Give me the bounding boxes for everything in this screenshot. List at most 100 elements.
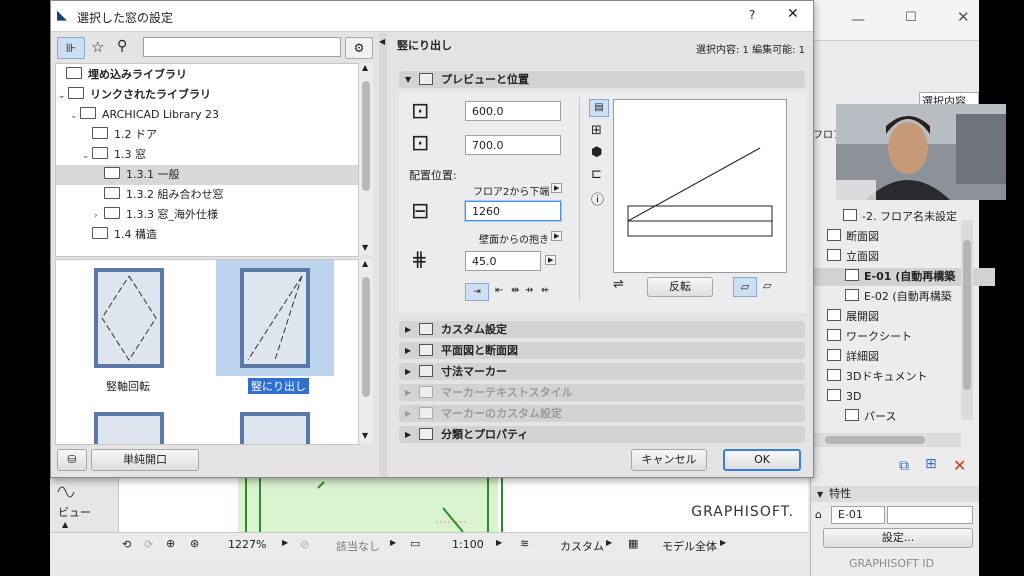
embedded-library-row[interactable]: 埋め込みライブラリ (66, 65, 187, 85)
library-manager-icon[interactable]: ⛁ (57, 449, 87, 471)
minimize-icon[interactable]: — (851, 12, 865, 28)
anchor-option-3-icon[interactable]: ⇹ (511, 285, 519, 296)
sill-height-field[interactable]: 1260 (465, 201, 561, 221)
redo-icon[interactable]: ⟳ (144, 538, 153, 551)
thumbnail-projected-window[interactable] (234, 264, 316, 372)
tree-scrollbar[interactable] (961, 220, 973, 420)
project-tree-item[interactable]: 展開図 (827, 308, 879, 326)
delete-icon[interactable]: ✕ (953, 456, 966, 475)
scroll-down-icon[interactable]: ▼ (362, 243, 368, 252)
layer-arrow-icon[interactable]: ▶ (606, 538, 612, 547)
search-icon[interactable]: ⚲ (117, 38, 127, 54)
archicad-library-row[interactable]: ⌄ ARCHICAD Library 23 (70, 105, 219, 125)
scale-arrow-icon[interactable]: ▶ (496, 538, 502, 547)
door-folder-row[interactable]: 1.2 ドア (92, 125, 157, 145)
section-dimension-marker[interactable]: ▶ 寸法マーカー (399, 363, 805, 380)
ok-button[interactable]: OK (723, 449, 801, 471)
chevron-down-icon[interactable]: ⌄ (58, 86, 68, 106)
section-custom-settings[interactable]: ▶ カスタム設定 (399, 321, 805, 338)
anchor-option-5-icon[interactable]: ⇷ (541, 285, 549, 296)
cancel-button[interactable]: キャンセル (631, 449, 707, 471)
project-tree-item[interactable]: 立面図 (827, 248, 879, 266)
id-prefix-field[interactable]: E-01 (831, 506, 885, 524)
section-preview-position[interactable]: ▼ プレビューと位置 (399, 71, 805, 88)
reveal-arrow-icon[interactable]: ▶ (545, 255, 557, 265)
single-opening-button[interactable]: 単純開口 (91, 449, 199, 471)
overseas-window-folder-row[interactable]: › 1.3.3 窓_海外仕様 (94, 205, 218, 225)
up-arrow-icon[interactable]: ▲ (62, 520, 68, 529)
model-arrow-icon[interactable]: ▶ (720, 538, 726, 547)
section-classification-properties[interactable]: ▶ 分類とプロパティ (399, 426, 805, 443)
chevron-right-icon[interactable]: › (94, 206, 104, 226)
pane-splitter[interactable]: ◀ (379, 33, 387, 477)
help-button[interactable]: ? (749, 8, 755, 22)
scroll-up-icon[interactable]: ▲ (362, 63, 368, 72)
linked-library-row[interactable]: ⌄ リンクされたライブラリ (58, 85, 211, 105)
tree-scrollbar[interactable]: ▲ ▼ (359, 63, 373, 255)
section-plan-and-section[interactable]: ▶ 平面図と断面図 (399, 342, 805, 359)
project-tree-item[interactable]: 断面図 (827, 228, 879, 246)
drawing-canvas[interactable]: GRAPHISOFT. (118, 478, 808, 532)
section-view-icon[interactable]: ⊏ (591, 167, 602, 182)
reveal-depth-field[interactable]: 45.0 (465, 251, 541, 271)
id-name-field[interactable] (887, 506, 973, 524)
close-window-icon[interactable]: ✕ (957, 8, 970, 26)
layer-combo[interactable]: カスタム (560, 538, 604, 554)
anchor-option-1-icon[interactable]: ⇥ (465, 283, 489, 301)
flip-side-icon[interactable]: ⇌ (613, 277, 624, 292)
floor-reference-label[interactable]: フロア2から下端 (473, 183, 549, 198)
project-tree-item[interactable]: E-02 (自動再構築 (845, 288, 952, 306)
collapse-left-icon[interactable]: ◀ (379, 37, 385, 46)
general-folder-row[interactable]: 1.3.1 一般 (56, 165, 358, 185)
flip-button[interactable]: 反転 (647, 277, 713, 297)
anchor-option-4-icon[interactable]: ⇸ (525, 285, 533, 296)
chevron-down-icon[interactable]: ⌄ (82, 146, 92, 166)
mirror-left-icon[interactable]: ▱ (733, 277, 757, 297)
info-icon[interactable]: ⓘ (591, 189, 604, 208)
thumbnail-pivot-window[interactable] (88, 264, 170, 372)
elevation-view-icon[interactable]: ▤ (589, 99, 609, 117)
3d-view-icon[interactable]: ⬢ (591, 145, 602, 160)
plan-view-icon[interactable]: ⊞ (591, 123, 602, 138)
library-search-input[interactable] (143, 37, 341, 57)
settings-button[interactable]: 設定... (823, 528, 973, 548)
window-folder-row[interactable]: ⌄ 1.3 窓 (82, 145, 146, 165)
undo-icon[interactable]: ⟲ (122, 538, 131, 551)
tree-hscrollbar[interactable] (811, 433, 961, 447)
mirror-right-icon[interactable]: ▱ (763, 279, 771, 292)
scale-value[interactable]: 1:100 (452, 538, 484, 551)
gear-icon[interactable]: ⚙ (345, 37, 373, 59)
properties-header[interactable]: ▼ 特性 (811, 486, 979, 502)
model-view-value[interactable]: モデル全体 (662, 538, 717, 554)
thumbnail-partial-2[interactable] (240, 412, 310, 444)
zoom-in-icon[interactable]: ⊕ (166, 537, 175, 550)
zoom-arrow-icon[interactable]: ▶ (282, 538, 288, 547)
tree-view-icon[interactable]: ⊪ (57, 37, 85, 59)
maximize-icon[interactable]: ☐ (905, 10, 917, 25)
scroll-up-icon[interactable]: ▲ (362, 259, 368, 268)
floor-ref-arrow-icon[interactable]: ▶ (551, 183, 563, 193)
angle-arrow-icon[interactable]: ▶ (390, 538, 396, 547)
structure-folder-row[interactable]: 1.4 構造 (92, 225, 157, 245)
chevron-down-icon[interactable]: ⌄ (70, 106, 80, 126)
project-tree-item[interactable]: ワークシート (827, 328, 912, 346)
grid-scrollbar[interactable]: ▲ ▼ (359, 259, 373, 443)
anchor-option-2-icon[interactable]: ⇤ (495, 285, 503, 296)
project-tree-item[interactable]: -2. フロア名未設定 (843, 208, 957, 226)
project-tree-item[interactable]: パース (845, 408, 896, 426)
add-folder-icon[interactable]: ⊞ (925, 456, 937, 472)
close-button[interactable]: ✕ (787, 6, 799, 22)
zoom-level[interactable]: 1227% (228, 538, 266, 551)
project-tree-item[interactable]: 詳細図 (827, 348, 879, 366)
angle-value[interactable]: 該当なし (336, 538, 380, 554)
combined-window-folder-row[interactable]: 1.3.2 組み合わせ窓 (104, 185, 224, 205)
height-field[interactable]: 700.0 (465, 135, 561, 155)
favorites-icon[interactable]: ☆ (91, 38, 104, 56)
wall-reference-label[interactable]: 壁面からの抱き (479, 231, 549, 246)
zoom-fit-icon[interactable]: ⊛ (190, 537, 199, 550)
width-field[interactable]: 600.0 (465, 101, 561, 121)
graphisoft-id-label[interactable]: GRAPHISOFT ID (849, 557, 934, 570)
thumbnail-partial-1[interactable] (94, 412, 164, 444)
project-tree-item[interactable]: 3D (827, 388, 861, 406)
new-view-icon[interactable]: ⧉ (899, 458, 909, 474)
